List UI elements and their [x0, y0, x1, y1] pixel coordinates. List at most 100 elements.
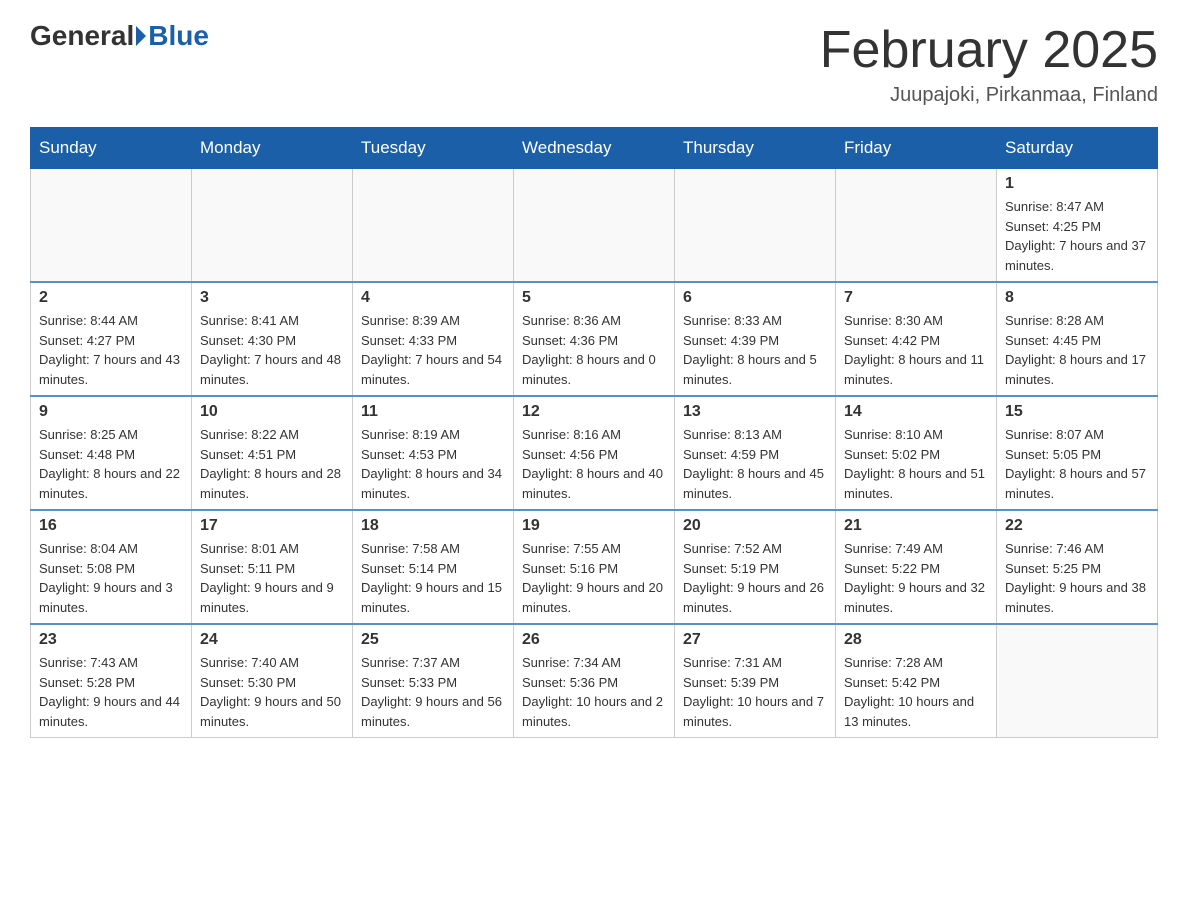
calendar-cell: 27 Sunrise: 7:31 AM Sunset: 5:39 PM Dayli… [675, 624, 836, 738]
calendar-cell: 9Sunrise: 8:25 AM Sunset: 4:48 PM Daylig… [31, 396, 192, 510]
day-info: Sunrise: 7:40 AM Sunset: 5:30 PM Dayligh… [200, 653, 344, 731]
day-number: 15 [1005, 403, 1149, 421]
calendar-cell: 5 Sunrise: 8:36 AM Sunset: 4:36 PM Daylig… [514, 282, 675, 396]
day-number: 4 [361, 289, 505, 307]
day-info: Sunrise: 8:04 AM Sunset: 5:08 PM Dayligh… [39, 539, 183, 617]
day-info: Sunrise: 8:44 AM Sunset: 4:27 PM Dayligh… [39, 311, 183, 389]
day-info: Sunrise: 7:28 AM Sunset: 5:42 PM Dayligh… [844, 653, 988, 731]
calendar-cell [31, 169, 192, 283]
day-number: 7 [844, 289, 988, 307]
day-number: 26 [522, 631, 666, 649]
day-info: Sunrise: 8:36 AM Sunset: 4:36 PM Dayligh… [522, 311, 666, 389]
day-number: 3 [200, 289, 344, 307]
week-row-1: 1 Sunrise: 8:47 AM Sunset: 4:25 PM Daylig… [31, 169, 1158, 283]
calendar-cell: 20Sunrise: 7:52 AM Sunset: 5:19 PM Dayli… [675, 510, 836, 624]
calendar-cell: 11 Sunrise: 8:19 AM Sunset: 4:53 PM Dayli… [353, 396, 514, 510]
weekday-header-saturday: Saturday [997, 128, 1158, 169]
day-number: 9 [39, 403, 183, 421]
calendar-cell: 8 Sunrise: 8:28 AM Sunset: 4:45 PM Daylig… [997, 282, 1158, 396]
day-number: 11 [361, 403, 505, 421]
day-number: 25 [361, 631, 505, 649]
calendar-cell: 13 Sunrise: 8:13 AM Sunset: 4:59 PM Dayli… [675, 396, 836, 510]
day-info: Sunrise: 8:07 AM Sunset: 5:05 PM Dayligh… [1005, 425, 1149, 503]
day-number: 23 [39, 631, 183, 649]
day-number: 13 [683, 403, 827, 421]
day-info: Sunrise: 7:46 AM Sunset: 5:25 PM Dayligh… [1005, 539, 1149, 617]
calendar-cell [514, 169, 675, 283]
weekday-header-friday: Friday [836, 128, 997, 169]
day-info: Sunrise: 8:16 AM Sunset: 4:56 PM Dayligh… [522, 425, 666, 503]
day-info: Sunrise: 7:43 AM Sunset: 5:28 PM Dayligh… [39, 653, 183, 731]
calendar-subtitle: Juupajoki, Pirkanmaa, Finland [820, 84, 1158, 107]
weekday-header-tuesday: Tuesday [353, 128, 514, 169]
day-info: Sunrise: 7:55 AM Sunset: 5:16 PM Dayligh… [522, 539, 666, 617]
week-row-2: 2 Sunrise: 8:44 AM Sunset: 4:27 PM Daylig… [31, 282, 1158, 396]
day-number: 8 [1005, 289, 1149, 307]
day-info: Sunrise: 8:33 AM Sunset: 4:39 PM Dayligh… [683, 311, 827, 389]
calendar-cell [997, 624, 1158, 738]
calendar-cell: 16 Sunrise: 8:04 AM Sunset: 5:08 PM Dayli… [31, 510, 192, 624]
day-info: Sunrise: 8:41 AM Sunset: 4:30 PM Dayligh… [200, 311, 344, 389]
calendar-cell: 18Sunrise: 7:58 AM Sunset: 5:14 PM Dayli… [353, 510, 514, 624]
calendar-cell: 17Sunrise: 8:01 AM Sunset: 5:11 PM Dayli… [192, 510, 353, 624]
day-number: 28 [844, 631, 988, 649]
day-info: Sunrise: 8:28 AM Sunset: 4:45 PM Dayligh… [1005, 311, 1149, 389]
weekday-header-wednesday: Wednesday [514, 128, 675, 169]
day-number: 12 [522, 403, 666, 421]
weekday-header-row: SundayMondayTuesdayWednesdayThursdayFrid… [31, 128, 1158, 169]
calendar-cell: 25 Sunrise: 7:37 AM Sunset: 5:33 PM Dayli… [353, 624, 514, 738]
weekday-header-thursday: Thursday [675, 128, 836, 169]
week-row-4: 16 Sunrise: 8:04 AM Sunset: 5:08 PM Dayli… [31, 510, 1158, 624]
day-info: Sunrise: 8:22 AM Sunset: 4:51 PM Dayligh… [200, 425, 344, 503]
calendar-cell: 10 Sunrise: 8:22 AM Sunset: 4:51 PM Dayli… [192, 396, 353, 510]
day-number: 20 [683, 517, 827, 535]
day-number: 14 [844, 403, 988, 421]
day-number: 2 [39, 289, 183, 307]
calendar-cell: 6Sunrise: 8:33 AM Sunset: 4:39 PM Daylig… [675, 282, 836, 396]
day-number: 21 [844, 517, 988, 535]
day-info: Sunrise: 8:13 AM Sunset: 4:59 PM Dayligh… [683, 425, 827, 503]
page-header: General Blue February 2025 Juupajoki, Pi… [30, 20, 1158, 107]
day-info: Sunrise: 7:49 AM Sunset: 5:22 PM Dayligh… [844, 539, 988, 617]
day-info: Sunrise: 7:31 AM Sunset: 5:39 PM Dayligh… [683, 653, 827, 731]
day-info: Sunrise: 7:58 AM Sunset: 5:14 PM Dayligh… [361, 539, 505, 617]
calendar-cell [675, 169, 836, 283]
calendar-cell: 19 Sunrise: 7:55 AM Sunset: 5:16 PM Dayli… [514, 510, 675, 624]
calendar-cell: 3 Sunrise: 8:41 AM Sunset: 4:30 PM Daylig… [192, 282, 353, 396]
day-number: 16 [39, 517, 183, 535]
calendar-cell: 15 Sunrise: 8:07 AM Sunset: 5:05 PM Dayli… [997, 396, 1158, 510]
day-number: 27 [683, 631, 827, 649]
week-row-3: 9Sunrise: 8:25 AM Sunset: 4:48 PM Daylig… [31, 396, 1158, 510]
logo: General Blue [30, 20, 209, 52]
calendar-cell: 23 Sunrise: 7:43 AM Sunset: 5:28 PM Dayli… [31, 624, 192, 738]
weekday-header-monday: Monday [192, 128, 353, 169]
logo-general-text: General [30, 20, 134, 52]
day-number: 1 [1005, 175, 1149, 193]
calendar-table: SundayMondayTuesdayWednesdayThursdayFrid… [30, 127, 1158, 738]
day-number: 10 [200, 403, 344, 421]
day-info: Sunrise: 8:39 AM Sunset: 4:33 PM Dayligh… [361, 311, 505, 389]
calendar-title: February 2025 [820, 20, 1158, 80]
calendar-cell: 28 Sunrise: 7:28 AM Sunset: 5:42 PM Dayli… [836, 624, 997, 738]
calendar-cell: 22Sunrise: 7:46 AM Sunset: 5:25 PM Dayli… [997, 510, 1158, 624]
weekday-header-sunday: Sunday [31, 128, 192, 169]
day-info: Sunrise: 8:10 AM Sunset: 5:02 PM Dayligh… [844, 425, 988, 503]
logo-arrow-icon [136, 26, 146, 46]
calendar-cell: 7 Sunrise: 8:30 AM Sunset: 4:42 PM Daylig… [836, 282, 997, 396]
day-info: Sunrise: 7:34 AM Sunset: 5:36 PM Dayligh… [522, 653, 666, 731]
calendar-cell: 12 Sunrise: 8:16 AM Sunset: 4:56 PM Dayli… [514, 396, 675, 510]
day-info: Sunrise: 8:19 AM Sunset: 4:53 PM Dayligh… [361, 425, 505, 503]
calendar-cell [353, 169, 514, 283]
calendar-cell: 21 Sunrise: 7:49 AM Sunset: 5:22 PM Dayli… [836, 510, 997, 624]
day-info: Sunrise: 8:47 AM Sunset: 4:25 PM Dayligh… [1005, 197, 1149, 275]
week-row-5: 23 Sunrise: 7:43 AM Sunset: 5:28 PM Dayli… [31, 624, 1158, 738]
day-info: Sunrise: 7:37 AM Sunset: 5:33 PM Dayligh… [361, 653, 505, 731]
day-number: 5 [522, 289, 666, 307]
title-section: February 2025 Juupajoki, Pirkanmaa, Finl… [820, 20, 1158, 107]
day-number: 19 [522, 517, 666, 535]
calendar-cell: 1 Sunrise: 8:47 AM Sunset: 4:25 PM Daylig… [997, 169, 1158, 283]
calendar-cell: 24Sunrise: 7:40 AM Sunset: 5:30 PM Dayli… [192, 624, 353, 738]
day-info: Sunrise: 8:30 AM Sunset: 4:42 PM Dayligh… [844, 311, 988, 389]
calendar-cell [192, 169, 353, 283]
calendar-cell: 14 Sunrise: 8:10 AM Sunset: 5:02 PM Dayli… [836, 396, 997, 510]
